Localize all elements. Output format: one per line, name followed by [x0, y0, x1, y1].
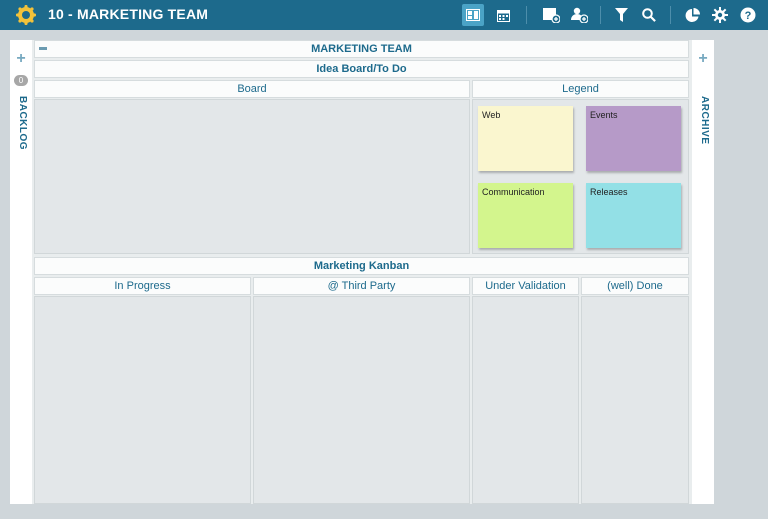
legend-column-header: Legend	[472, 80, 689, 98]
backlog-panel[interactable]: + 0 BACKLOG	[10, 40, 32, 504]
legend-card-events[interactable]: Events	[586, 106, 681, 171]
add-user-icon[interactable]	[568, 4, 590, 26]
column-done[interactable]	[581, 296, 689, 504]
legend-card-web[interactable]: Web	[478, 106, 573, 171]
legend-column-title: Legend	[562, 83, 599, 95]
kanban-section-header: Marketing Kanban	[34, 257, 689, 275]
column-header-in-progress: In Progress	[34, 277, 251, 295]
kanban-section-title: Marketing Kanban	[313, 260, 410, 272]
column-third-party[interactable]	[253, 296, 470, 504]
legend-card-label: Web	[482, 110, 501, 120]
filter-icon[interactable]	[610, 4, 632, 26]
svg-text:?: ?	[745, 10, 752, 22]
column-title: In Progress	[114, 280, 171, 292]
column-under-validation[interactable]	[472, 296, 579, 504]
archive-label: ARCHIVE	[699, 96, 710, 145]
column-header-third-party: @ Third Party	[253, 277, 470, 295]
help-icon[interactable]: ?	[737, 4, 759, 26]
board-header-title: MARKETING TEAM	[311, 43, 412, 55]
board-view-icon[interactable]	[462, 4, 484, 26]
column-header-under-validation: Under Validation	[472, 277, 579, 295]
settings-icon[interactable]	[709, 4, 731, 26]
legend-card-label: Communication	[482, 187, 545, 197]
archive-panel[interactable]: + ARCHIVE	[692, 40, 714, 504]
column-header-done: (well) Done	[581, 277, 689, 295]
add-backlog-icon[interactable]: +	[10, 50, 32, 68]
board-drop-zone[interactable]	[34, 99, 470, 254]
add-card-icon[interactable]	[540, 4, 562, 26]
collapse-icon[interactable]	[39, 47, 47, 50]
search-icon[interactable]	[638, 4, 660, 26]
legend-card-releases[interactable]: Releases	[586, 183, 681, 248]
chart-icon[interactable]	[681, 4, 703, 26]
column-title: @ Third Party	[327, 280, 396, 292]
add-archive-icon[interactable]: +	[692, 50, 714, 68]
calendar-icon[interactable]	[492, 4, 514, 26]
legend-card-communication[interactable]: Communication	[478, 183, 573, 248]
board-column-title: Board	[237, 83, 267, 95]
backlog-count-badge: 0	[14, 75, 28, 86]
legend-card-label: Events	[590, 110, 618, 120]
board-header: MARKETING TEAM	[34, 40, 689, 58]
backlog-label: BACKLOG	[17, 96, 28, 151]
top-bar: 10 - MARKETING TEAM ?	[0, 0, 768, 30]
board-title: 10 - MARKETING TEAM	[48, 6, 209, 22]
board-column-header: Board	[34, 80, 470, 98]
legend-card-label: Releases	[590, 187, 628, 197]
column-in-progress[interactable]	[34, 296, 251, 504]
idea-section-header: Idea Board/To Do	[34, 60, 689, 78]
logo-icon[interactable]	[16, 5, 36, 25]
idea-section-title: Idea Board/To Do	[316, 63, 407, 75]
column-title: (well) Done	[607, 280, 663, 292]
column-title: Under Validation	[485, 280, 566, 292]
